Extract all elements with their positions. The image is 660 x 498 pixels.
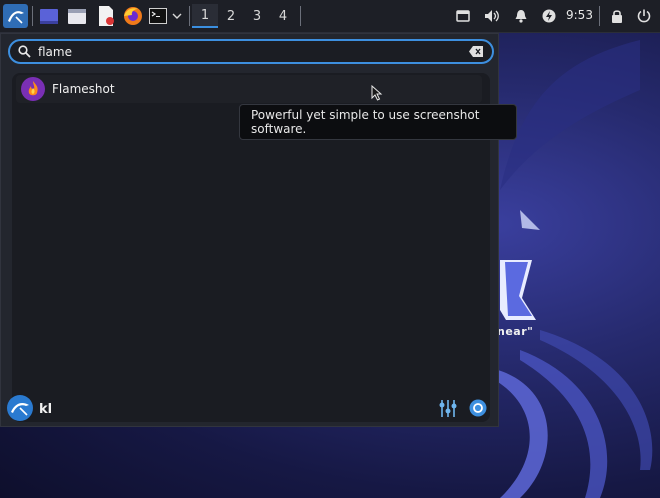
show-desktop-button[interactable] <box>38 4 60 28</box>
flameshot-icon <box>21 77 45 101</box>
switch-user-icon[interactable] <box>469 399 487 417</box>
display-icon <box>456 10 470 22</box>
kali-avatar-icon <box>7 395 33 421</box>
search-input[interactable] <box>38 43 458 61</box>
show-desktop-icon <box>40 8 58 24</box>
logout-button[interactable] <box>634 4 654 28</box>
terminal-dropdown-button[interactable] <box>170 4 184 28</box>
workspace-4[interactable]: 4 <box>270 4 296 28</box>
panel-separator <box>599 6 600 26</box>
display-button[interactable] <box>453 4 473 28</box>
panel-separator <box>189 6 190 26</box>
application-menu: Flameshot kl <box>0 33 499 427</box>
tooltip: Powerful yet simple to use screenshot so… <box>239 104 517 140</box>
file-manager-icon <box>68 8 86 24</box>
lock-screen-button[interactable] <box>607 4 627 28</box>
result-label: Flameshot <box>52 82 115 96</box>
text-editor-button[interactable] <box>95 4 117 28</box>
clear-text-icon[interactable] <box>469 46 483 57</box>
settings-manager-icon[interactable] <box>439 400 457 417</box>
firefox-icon <box>124 7 142 25</box>
top-panel: 1 2 3 4 9:53 <box>0 0 660 33</box>
search-box[interactable] <box>8 39 494 64</box>
terminal-icon <box>149 8 167 24</box>
user-name: kl <box>39 402 53 417</box>
firefox-button[interactable] <box>122 4 144 28</box>
search-icon <box>18 45 31 58</box>
workspace-1[interactable]: 1 <box>192 4 218 28</box>
logout-icon <box>637 9 651 23</box>
power-manager-button[interactable] <box>539 4 559 28</box>
list-item[interactable]: Flameshot <box>16 75 482 103</box>
terminal-button[interactable] <box>148 4 168 28</box>
lock-icon <box>612 10 622 23</box>
volume-button[interactable] <box>482 4 502 28</box>
notifications-button[interactable] <box>511 4 531 28</box>
applications-menu-button[interactable] <box>3 4 28 28</box>
panel-separator <box>300 6 301 26</box>
wallpaper-text: near" <box>497 325 534 338</box>
mouse-cursor-icon <box>371 85 383 101</box>
workspace-3[interactable]: 3 <box>244 4 270 28</box>
panel-separator <box>32 6 33 26</box>
text-editor-icon <box>99 6 114 26</box>
kali-menu-icon <box>7 11 24 24</box>
power-manager-icon <box>542 9 556 23</box>
volume-icon <box>485 10 499 22</box>
file-manager-button[interactable] <box>66 4 88 28</box>
terminal-dropdown-chevron-icon <box>172 13 182 19</box>
clock[interactable]: 9:53 <box>566 8 593 22</box>
workspace-2[interactable]: 2 <box>218 4 244 28</box>
notification-bell-icon <box>515 10 527 23</box>
